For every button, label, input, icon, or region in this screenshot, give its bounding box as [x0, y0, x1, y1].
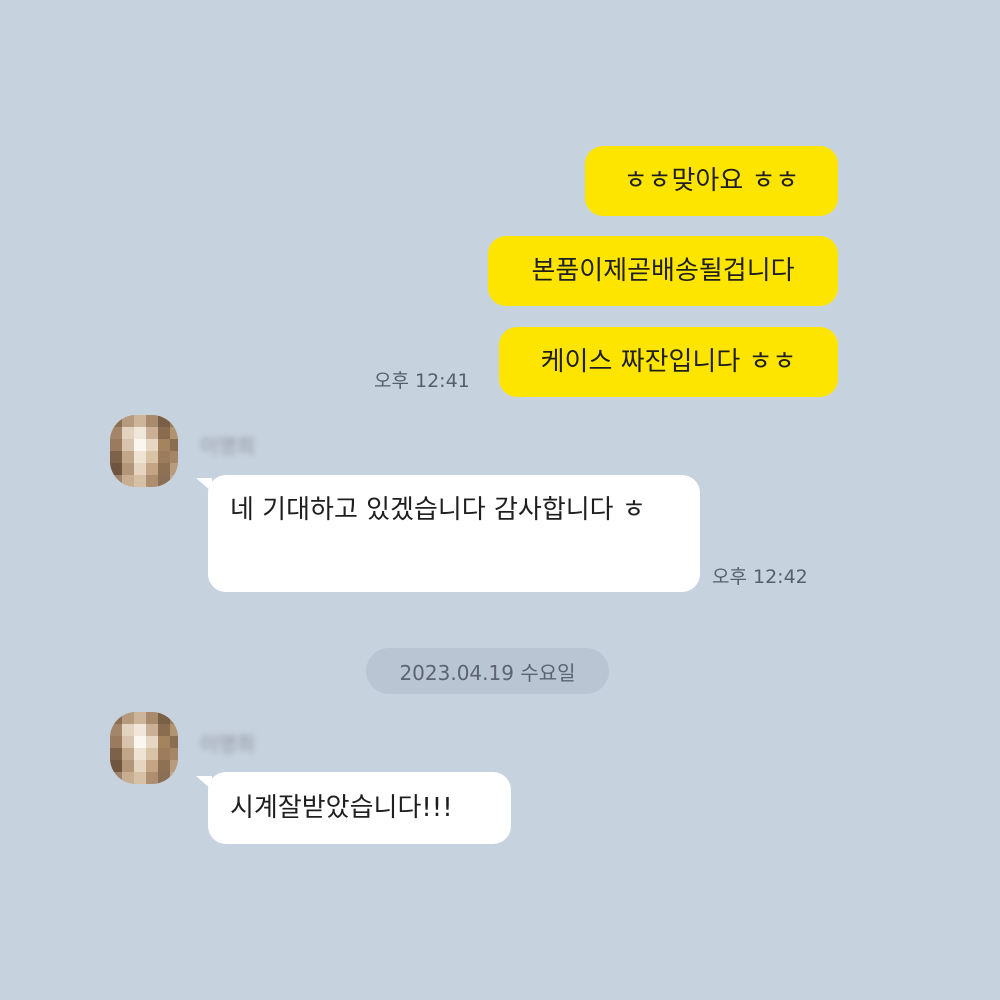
- avatar-pixel: [158, 760, 170, 772]
- avatar-pixel: [158, 427, 170, 439]
- message-text: 본품이제곧배송될겁니다: [531, 256, 795, 286]
- avatar-pixel: [122, 415, 134, 427]
- avatar-pixel: [110, 712, 122, 724]
- avatar-pixel: [158, 724, 170, 736]
- avatar-pixel: [146, 415, 158, 427]
- avatar-pixel: [146, 475, 158, 487]
- avatar-pixel: [158, 772, 170, 784]
- avatar-pixel: [110, 748, 122, 760]
- avatar-pixel: [170, 748, 178, 760]
- message-timestamp: 오후 12:42: [712, 566, 808, 588]
- avatar-pixel: [110, 427, 122, 439]
- avatar-pixel: [110, 463, 122, 475]
- avatar-pixel: [158, 712, 170, 724]
- avatar-pixel: [146, 724, 158, 736]
- avatar-pixel: [122, 475, 134, 487]
- avatar-pixel: [122, 748, 134, 760]
- avatar-pixel: [170, 427, 178, 439]
- profile-avatar-icon[interactable]: [110, 415, 178, 487]
- avatar-pixel: [170, 724, 178, 736]
- incoming-message-bubble[interactable]: 시계잘받았습니다!!!: [208, 772, 511, 844]
- avatar-pixel: [122, 772, 134, 784]
- avatar-pixel: [170, 760, 178, 772]
- avatar-pixel: [146, 772, 158, 784]
- avatar-pixel: [110, 724, 122, 736]
- avatar-pixel: [134, 415, 146, 427]
- avatar-pixel: [122, 712, 134, 724]
- avatar-pixel: [122, 736, 134, 748]
- avatar-pixel: [170, 736, 178, 748]
- avatar-pixel: [110, 439, 122, 451]
- message-text: 시계잘받았습니다!!!: [230, 793, 453, 823]
- avatar-pixel: [146, 463, 158, 475]
- avatar-pixel: [158, 736, 170, 748]
- avatar-pixel: [122, 451, 134, 463]
- avatar-pixel: [146, 427, 158, 439]
- avatar-pixel: [134, 439, 146, 451]
- avatar-pixel: [170, 439, 178, 451]
- avatar-pixel: [170, 463, 178, 475]
- chat-room: ㅎㅎ맞아요 ㅎㅎ 본품이제곧배송될겁니다 케이스 짜잔입니다 ㅎㅎ 오후 12:…: [0, 0, 1000, 1000]
- outgoing-message-bubble[interactable]: 본품이제곧배송될겁니다: [488, 236, 838, 306]
- message-timestamp: 오후 12:41: [374, 370, 470, 392]
- avatar-pixel: [170, 451, 178, 463]
- outgoing-message-bubble[interactable]: ㅎㅎ맞아요 ㅎㅎ: [585, 146, 838, 216]
- avatar-pixel: [158, 748, 170, 760]
- avatar-pixel: [122, 439, 134, 451]
- avatar-pixel: [170, 712, 178, 724]
- avatar-pixel: [134, 475, 146, 487]
- avatar-pixel: [134, 712, 146, 724]
- avatar-pixel: [110, 451, 122, 463]
- avatar-pixel: [146, 748, 158, 760]
- avatar-pixel: [134, 724, 146, 736]
- avatar-pixel: [158, 439, 170, 451]
- avatar-pixel: [122, 427, 134, 439]
- avatar-pixel: [170, 772, 178, 784]
- avatar-pixel: [146, 712, 158, 724]
- avatar-pixel: [110, 760, 122, 772]
- message-text: 케이스 짜잔입니다 ㅎㅎ: [540, 347, 797, 377]
- avatar-pixel: [158, 475, 170, 487]
- message-text: ㅎㅎ맞아요 ㅎㅎ: [623, 166, 800, 196]
- profile-avatar-icon[interactable]: [110, 712, 178, 784]
- avatar-pixel: [146, 736, 158, 748]
- avatar-pixel: [110, 772, 122, 784]
- date-divider: 2023.04.19 수요일: [366, 648, 609, 694]
- avatar-pixel: [170, 415, 178, 427]
- avatar-pixel: [110, 415, 122, 427]
- outgoing-message-bubble[interactable]: 케이스 짜잔입니다 ㅎㅎ: [499, 327, 838, 397]
- avatar-pixel: [158, 463, 170, 475]
- avatar-pixel: [122, 760, 134, 772]
- avatar-pixel: [158, 451, 170, 463]
- avatar-pixel: [122, 463, 134, 475]
- avatar-pixel: [110, 475, 122, 487]
- avatar-pixel: [134, 463, 146, 475]
- date-divider-label: 2023.04.19 수요일: [399, 660, 576, 685]
- avatar-pixel: [146, 439, 158, 451]
- avatar-pixel: [158, 415, 170, 427]
- avatar-pixel: [134, 748, 146, 760]
- sender-name: 이명희: [200, 434, 256, 458]
- avatar-pixel: [110, 736, 122, 748]
- avatar-pixel: [134, 772, 146, 784]
- message-text: 네 기대하고 있겠습니다 감사합니다 ㅎ: [230, 495, 646, 525]
- incoming-message-bubble[interactable]: 네 기대하고 있겠습니다 감사합니다 ㅎ: [208, 475, 700, 592]
- avatar-pixel: [134, 427, 146, 439]
- avatar-pixel: [170, 475, 178, 487]
- avatar-pixel: [134, 760, 146, 772]
- avatar-pixel: [146, 451, 158, 463]
- avatar-pixel: [134, 451, 146, 463]
- avatar-pixel: [146, 760, 158, 772]
- avatar-pixel: [122, 724, 134, 736]
- sender-name: 이명희: [200, 732, 256, 756]
- avatar-pixel: [134, 736, 146, 748]
